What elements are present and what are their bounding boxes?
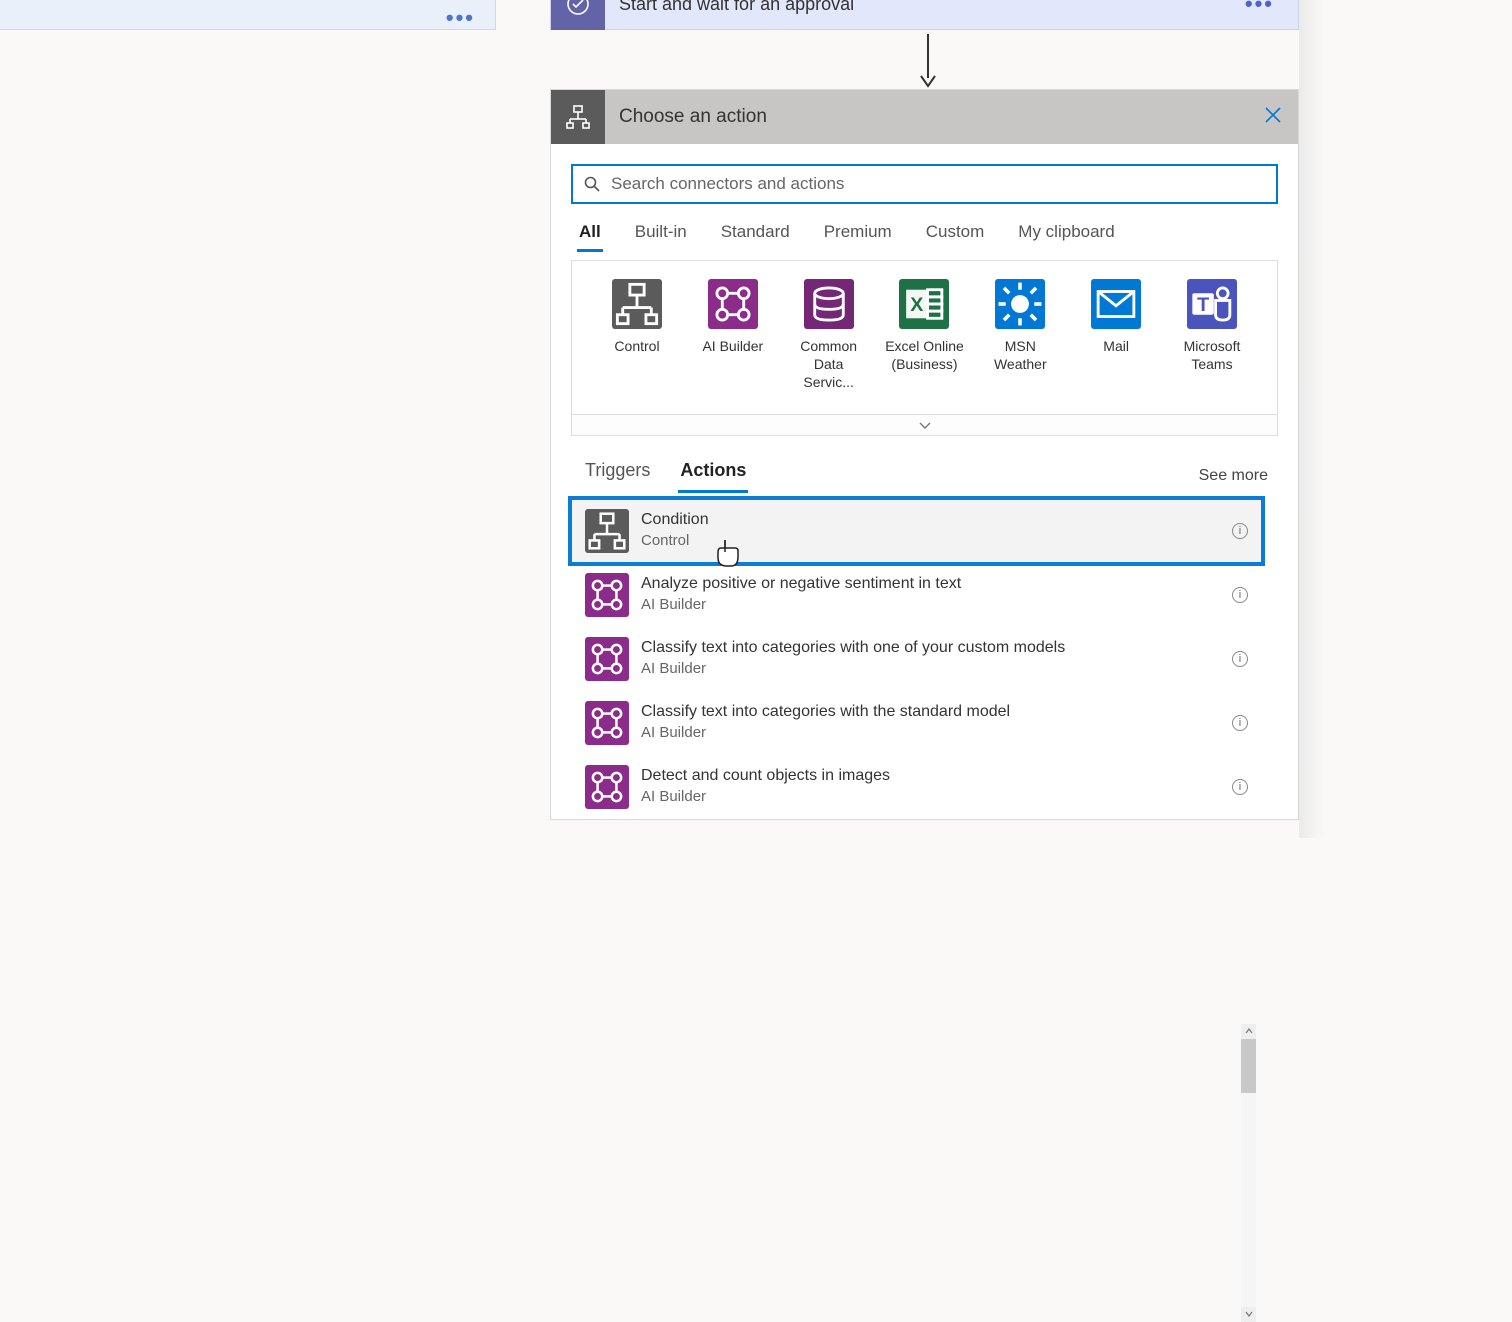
tab-triggers[interactable]: Triggers — [585, 460, 650, 493]
search-input[interactable] — [611, 174, 1266, 194]
scroll-up-button[interactable] — [1241, 1024, 1256, 1039]
flow-arrow-icon — [918, 32, 938, 88]
ai-icon — [585, 573, 629, 617]
action-list-scrollbar[interactable] — [1241, 1024, 1256, 1322]
scroll-down-button[interactable] — [1241, 1307, 1256, 1322]
approval-menu-icon[interactable]: ••• — [1245, 0, 1298, 17]
connector-msn-weather[interactable]: MSN Weather — [979, 279, 1061, 392]
see-more-link[interactable]: See more — [1199, 467, 1268, 485]
excel-icon: X — [899, 279, 949, 329]
action-title: Condition — [641, 510, 1232, 531]
triggers-actions-tabs: Triggers Actions — [585, 460, 746, 493]
left-step-card: ••• — [0, 0, 496, 30]
filter-tab-standard[interactable]: Standard — [721, 222, 790, 252]
svg-text:X: X — [911, 294, 924, 316]
expand-connectors-button[interactable] — [571, 414, 1278, 436]
info-icon[interactable]: i — [1232, 523, 1248, 539]
action-title: Detect and count objects in images — [641, 766, 1232, 787]
connector-label: Excel Online (Business) — [883, 337, 965, 373]
action-subtitle: Control — [641, 531, 1232, 551]
action-item[interactable]: Detect and count objects in imagesAI Bui… — [571, 755, 1262, 819]
connector-label: AI Builder — [702, 337, 763, 355]
left-card-menu-icon[interactable]: ••• — [446, 5, 475, 31]
action-subtitle: AI Builder — [641, 595, 1232, 615]
info-icon[interactable]: i — [1232, 779, 1248, 795]
cds-icon — [804, 279, 854, 329]
tab-actions[interactable]: Actions — [680, 460, 746, 493]
action-text: ConditionControl — [641, 510, 1232, 550]
search-section — [551, 144, 1298, 218]
action-list: ConditionControliAnalyze positive or neg… — [571, 499, 1278, 819]
filter-tab-all[interactable]: All — [579, 222, 601, 252]
connector-label: Control — [614, 337, 659, 355]
connectors-panel: Control AI Builder Common Data Servic... XE… — [571, 260, 1278, 414]
action-text: Detect and count objects in imagesAI Bui… — [641, 766, 1232, 806]
action-subtitle: AI Builder — [641, 787, 1232, 807]
approval-step-title: Start and wait for an approval — [605, 0, 1245, 15]
action-subtitle: AI Builder — [641, 723, 1232, 743]
search-icon — [583, 175, 601, 193]
choose-action-header: Choose an action — [551, 90, 1298, 144]
teams-icon: T — [1187, 279, 1237, 329]
close-button[interactable] — [1264, 106, 1298, 129]
ai-icon — [585, 765, 629, 809]
action-subtitle: AI Builder — [641, 659, 1232, 679]
chevron-down-icon — [1245, 1311, 1253, 1317]
connector-mail[interactable]: Mail — [1075, 279, 1157, 392]
search-box[interactable] — [571, 164, 1278, 204]
chevron-up-icon — [1245, 1028, 1253, 1034]
scroll-thumb[interactable] — [1241, 1039, 1256, 1093]
choose-action-title: Choose an action — [605, 106, 1264, 128]
info-icon[interactable]: i — [1232, 651, 1248, 667]
connector-microsoft-teams[interactable]: T Microsoft Teams — [1171, 279, 1253, 392]
action-title: Classify text into categories with the s… — [641, 702, 1232, 723]
ai-icon — [585, 701, 629, 745]
chevron-down-icon — [918, 420, 932, 430]
action-item[interactable]: Classify text into categories with the s… — [571, 691, 1262, 755]
mail-icon — [1091, 279, 1141, 329]
action-item[interactable]: ConditionControli — [571, 499, 1262, 563]
connector-excel-online-business-[interactable]: X Excel Online (Business) — [883, 279, 965, 392]
control-icon — [612, 279, 662, 329]
info-icon[interactable]: i — [1232, 715, 1248, 731]
approval-icon — [551, 0, 605, 30]
choose-action-header-icon — [551, 90, 605, 144]
control-icon — [585, 509, 629, 553]
ai-icon — [585, 637, 629, 681]
action-list-container: ConditionControliAnalyze positive or neg… — [571, 499, 1278, 819]
action-title: Classify text into categories with one o… — [641, 638, 1232, 659]
action-text: Analyze positive or negative sentiment i… — [641, 574, 1232, 614]
action-title: Analyze positive or negative sentiment i… — [641, 574, 1232, 595]
weather-icon — [995, 279, 1045, 329]
connector-ai-builder[interactable]: AI Builder — [692, 279, 774, 392]
connector-label: MSN Weather — [979, 337, 1061, 373]
approval-step-card[interactable]: Start and wait for an approval ••• — [550, 0, 1299, 30]
svg-text:T: T — [1197, 294, 1209, 316]
filter-tab-premium[interactable]: Premium — [824, 222, 892, 252]
connector-label: Common Data Servic... — [788, 337, 870, 392]
connectors-grid: Control AI Builder Common Data Servic... XE… — [572, 261, 1277, 414]
filter-tab-custom[interactable]: Custom — [926, 222, 985, 252]
action-text: Classify text into categories with the s… — [641, 702, 1232, 742]
connector-label: Mail — [1103, 337, 1129, 355]
info-icon[interactable]: i — [1232, 587, 1248, 603]
scroll-track[interactable] — [1241, 1039, 1256, 1307]
filter-tab-my-clipboard[interactable]: My clipboard — [1018, 222, 1114, 252]
triggers-actions-row: Triggers Actions See more — [551, 436, 1298, 493]
connector-common-data-servic-[interactable]: Common Data Servic... — [788, 279, 870, 392]
action-text: Classify text into categories with one o… — [641, 638, 1232, 678]
panel-right-shadow — [1299, 0, 1325, 838]
connector-label: Microsoft Teams — [1171, 337, 1253, 373]
action-item[interactable]: Analyze positive or negative sentiment i… — [571, 563, 1262, 627]
choose-action-panel: Choose an action All Built-in Standard Prem… — [550, 89, 1299, 820]
action-item[interactable]: Classify text into categories with one o… — [571, 627, 1262, 691]
ai-icon — [708, 279, 758, 329]
filter-tabs: All Built-in Standard Premium Custom My clipb… — [551, 218, 1298, 252]
connector-control[interactable]: Control — [596, 279, 678, 392]
filter-tab-built-in[interactable]: Built-in — [635, 222, 687, 252]
close-icon — [1264, 106, 1282, 124]
